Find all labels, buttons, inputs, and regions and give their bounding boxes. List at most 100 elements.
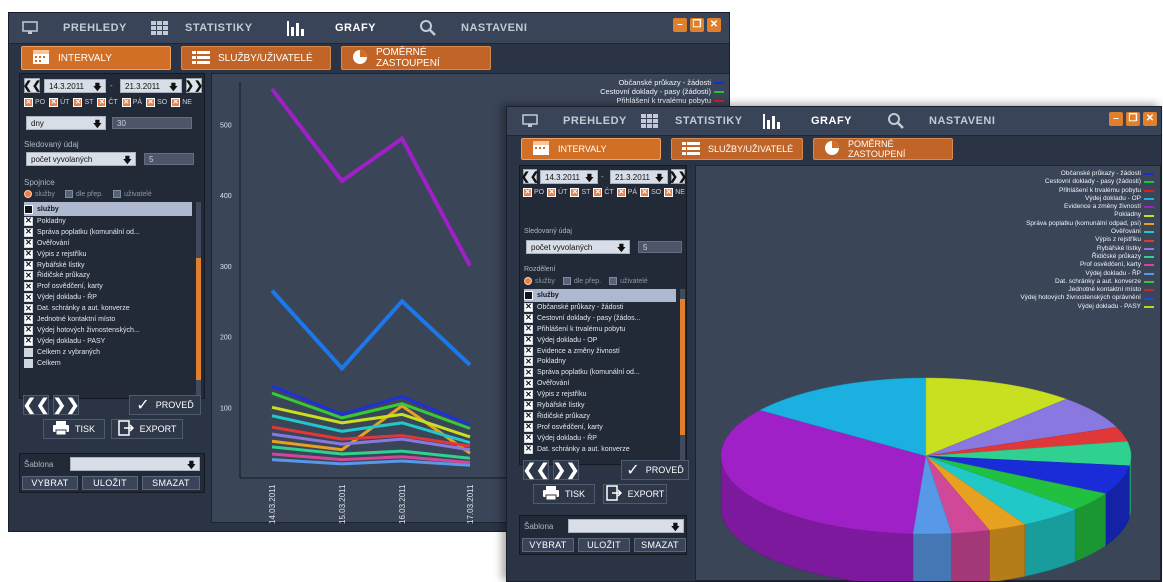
w2-day-1[interactable]: ✕ ÚT <box>547 188 567 197</box>
radio-services[interactable]: služby <box>24 190 55 198</box>
next-period-button-2[interactable]: ❯❯ <box>669 169 687 184</box>
list-item[interactable]: ✕ Rybářské lístky <box>24 260 192 271</box>
list-item[interactable]: ✕ Výdej dokladu - PASY <box>24 336 192 347</box>
w2-day-4[interactable]: ✕ PÁ <box>616 188 637 197</box>
w1-day-1[interactable]: ✕ ÚT <box>49 98 69 107</box>
tab-statistiky[interactable]: STATISTIKY <box>149 13 253 43</box>
run-button-2[interactable]: ✓ PROVEĎ <box>621 460 689 480</box>
intervals-button[interactable]: INTERVALY <box>21 46 171 70</box>
w2-day-5[interactable]: ✕ SO <box>640 188 661 197</box>
w2-day-6[interactable]: ✕ NE <box>664 188 685 197</box>
minimize-icon[interactable]: – <box>673 18 687 32</box>
prev-period-button-2[interactable]: ❮❮ <box>521 169 539 184</box>
checkbox-icon[interactable]: ✕ <box>24 282 33 292</box>
list-item[interactable]: ✕ Dat. schránky a aut. konverze <box>24 303 192 314</box>
w2-day-2[interactable]: ✕ ST <box>570 188 590 197</box>
services-users-button-2[interactable]: SLUŽBY/UŽIVATELÉ <box>671 138 803 160</box>
print-button-2[interactable]: TISK <box>533 484 595 504</box>
services-users-button[interactable]: SLUŽBY/UŽIVATELÉ <box>181 46 331 70</box>
prev-button-2[interactable]: ❮❮ <box>523 460 549 480</box>
list-scrollbar[interactable] <box>196 202 201 398</box>
w2-day-3[interactable]: ✕ ČT <box>593 188 614 197</box>
list-item[interactable]: ✕ Řidičské průkazy <box>524 411 676 422</box>
restore-icon[interactable]: ❐ <box>1126 112 1140 126</box>
list-item[interactable]: ✕ Ověřování <box>24 238 192 249</box>
delete-template-button-2[interactable]: SMAZAT <box>634 538 686 552</box>
list-item[interactable]: Celkem z vybraných <box>24 347 192 358</box>
print-button[interactable]: TISK <box>43 419 105 439</box>
date-to-input[interactable]: 21.3.2011 🡇 <box>120 79 182 93</box>
checkbox-icon[interactable]: ✕ <box>524 324 533 334</box>
w1-day-4[interactable]: ✕ PÁ <box>121 98 142 107</box>
w1-day-2[interactable]: ✕ ST <box>73 98 93 107</box>
tab-prehledy-2[interactable]: PREHLEDY <box>519 107 627 135</box>
export-button-2[interactable]: EXPORT <box>603 484 667 504</box>
close-icon[interactable]: ✕ <box>1143 112 1157 126</box>
list-item[interactable]: ✕ Výdej dokladu - ŘP <box>524 433 676 444</box>
list-item[interactable]: ✕ Správa poplatku (komunální od... <box>524 367 676 378</box>
checkbox-icon[interactable]: ✕ <box>524 313 533 323</box>
tab-nastaveni-2[interactable]: NASTAVENI <box>885 107 995 135</box>
checkbox-icon[interactable] <box>24 347 33 357</box>
tab-nastaveni[interactable]: NASTAVENI <box>417 13 527 43</box>
tab-statistiky-2[interactable]: STATISTIKY <box>639 107 743 135</box>
date-to-input-2[interactable]: 21.3.2011 🡇 <box>610 170 668 184</box>
delete-template-button[interactable]: SMAZAT <box>142 476 200 490</box>
checkbox-icon[interactable]: ✕ <box>524 400 533 410</box>
tab-prehledy[interactable]: PREHLEDY <box>19 13 127 43</box>
list-item[interactable]: ✕ Řidičské průkazy <box>24 270 192 281</box>
list-item[interactable]: ✕ Pokladny <box>524 356 676 367</box>
date-from-input[interactable]: 14.3.2011 🡇 <box>44 79 106 93</box>
list-item[interactable]: ✕ Výpis z rejstříku <box>24 249 192 260</box>
list-item[interactable]: ✕ Cestovní doklady - pasy (žádos... <box>524 313 676 324</box>
tracked-select-2[interactable]: počet vyvolaných 🡇 <box>526 240 630 254</box>
list-scrollbar-2[interactable] <box>680 289 685 461</box>
list-item[interactable]: ✕ Výdej dokladu - ŘP <box>24 292 192 303</box>
prev-period-button[interactable]: ❮❮ <box>23 78 41 93</box>
radio-users[interactable]: uživatelé <box>113 190 152 198</box>
intervals-button-2[interactable]: INTERVALY <box>521 138 661 160</box>
checkbox-icon[interactable]: ✕ <box>24 325 33 335</box>
checkbox-icon[interactable]: ✕ <box>524 433 533 443</box>
w2-day-0[interactable]: ✕ PO <box>523 188 544 197</box>
w1-day-6[interactable]: ✕ NE <box>171 98 192 107</box>
list-item[interactable]: ✕ Výpis z rejstříku <box>524 389 676 400</box>
close-icon[interactable]: ✕ <box>707 18 721 32</box>
prev-button[interactable]: ❮❮ <box>23 395 49 415</box>
list-item[interactable]: ✕ Správa poplatku (komunální od... <box>24 227 192 238</box>
radio-users-2[interactable]: uživatelé <box>609 277 648 285</box>
template-select-2[interactable]: 🡇 <box>568 519 684 533</box>
export-button[interactable]: EXPORT <box>111 419 183 439</box>
checkbox-icon[interactable]: ✕ <box>24 227 33 237</box>
checkbox-icon[interactable]: ✕ <box>524 379 533 389</box>
save-template-button[interactable]: ULOŽIT <box>82 476 138 490</box>
list-item[interactable]: ✕ Občanské průkazy - žádosti <box>524 302 676 313</box>
list-item[interactable]: ✕ Výdej hotových živnostenských... <box>24 325 192 336</box>
checkbox-icon[interactable]: ✕ <box>524 346 533 356</box>
checkbox-icon[interactable]: ✕ <box>24 260 33 270</box>
checkbox-icon[interactable]: ✕ <box>524 390 533 400</box>
checkbox-icon[interactable]: ✕ <box>524 422 533 432</box>
tracked-count-input-2[interactable]: 5 <box>638 241 682 253</box>
tracked-select[interactable]: počet vyvolaných 🡇 <box>26 152 136 166</box>
tab-grafy[interactable]: GRAFY <box>285 13 376 43</box>
list-item[interactable]: Celkem <box>24 358 192 369</box>
list-item[interactable]: ✕ Přihlášení k trvalému pobytu <box>524 324 676 335</box>
select-template-button-2[interactable]: VYBRAT <box>522 538 574 552</box>
w1-day-0[interactable]: ✕ PO <box>24 98 45 107</box>
restore-icon[interactable]: ❐ <box>690 18 704 32</box>
checkbox-icon[interactable]: ✕ <box>24 238 33 248</box>
list-header-services-2[interactable]: služby <box>524 289 676 302</box>
checkbox-icon[interactable]: ✕ <box>24 314 33 324</box>
ratio-button[interactable]: POMĚRNÉ ZASTOUPENÍ <box>341 46 491 70</box>
checkbox-icon[interactable]: ✕ <box>524 357 533 367</box>
next-period-button[interactable]: ❯❯ <box>185 78 203 93</box>
radio-services-2[interactable]: služby <box>524 277 555 285</box>
checkbox-icon[interactable] <box>24 358 33 368</box>
checkbox-icon[interactable]: ✕ <box>524 444 533 454</box>
period-count-input[interactable]: 30 <box>112 117 192 129</box>
checkbox-icon[interactable]: ✕ <box>524 302 533 312</box>
checkbox-icon[interactable]: ✕ <box>524 368 533 378</box>
w1-day-5[interactable]: ✕ SO <box>146 98 167 107</box>
list-item[interactable]: ✕ Prof osvědčení, karty <box>524 422 676 433</box>
